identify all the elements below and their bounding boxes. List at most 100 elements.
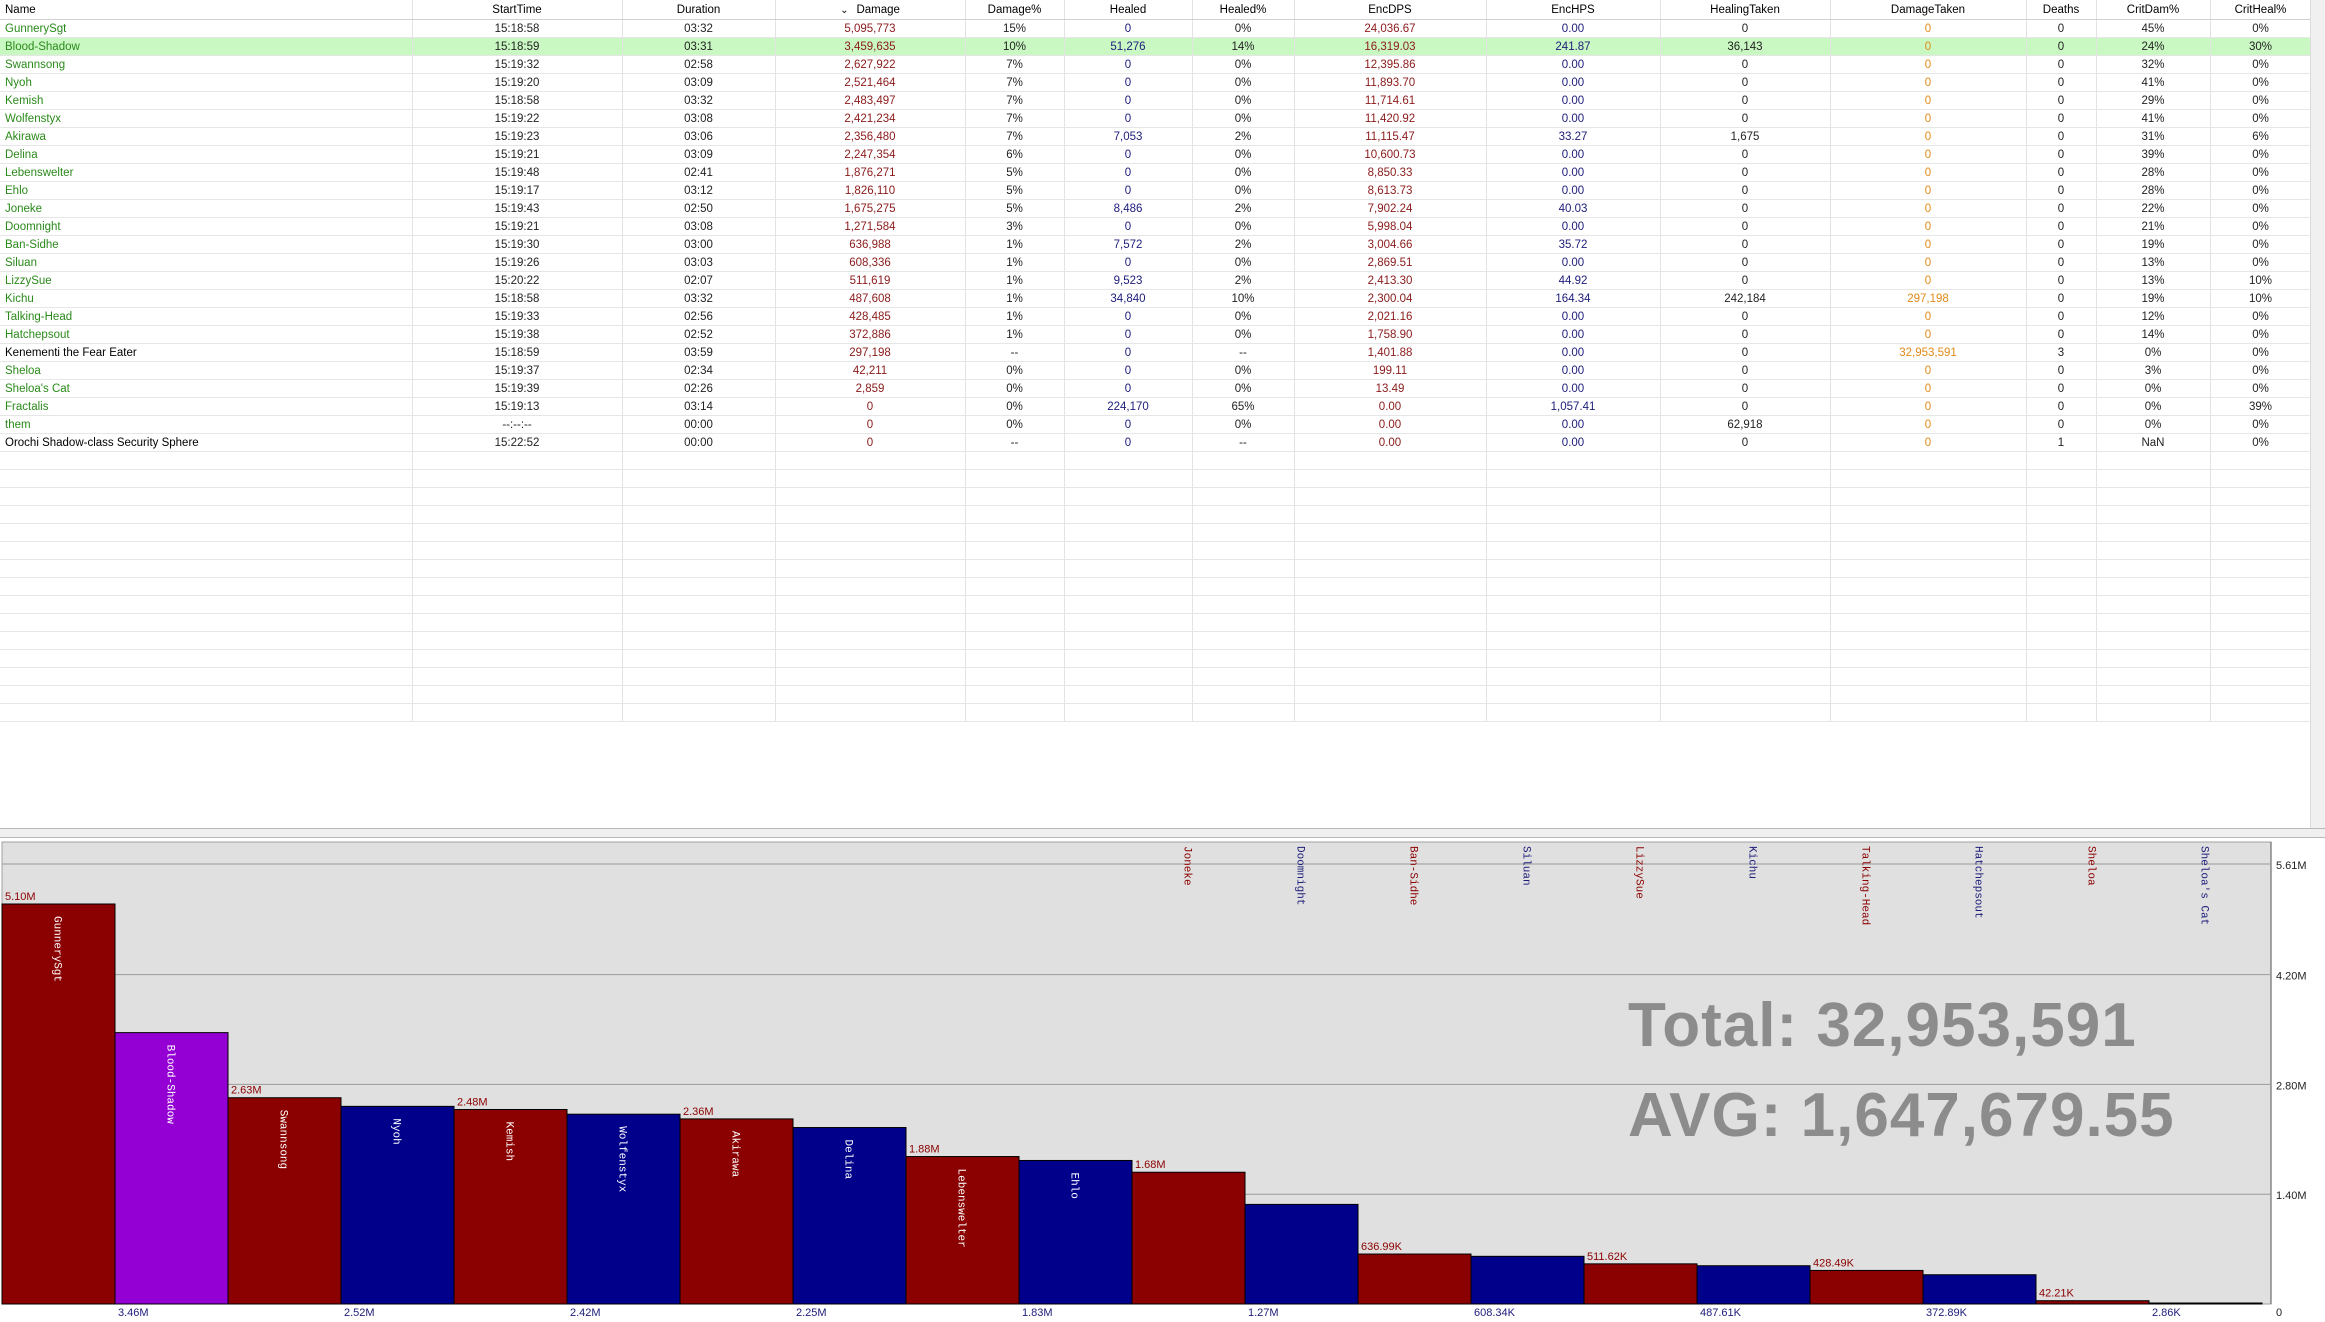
empty-row — [0, 451, 2312, 470]
column-header-deaths[interactable]: Deaths — [2026, 0, 2097, 20]
vertical-scrollbar[interactable] — [2310, 0, 2325, 828]
row-deaths: 0 — [2026, 127, 2097, 146]
column-header-critdam[interactable]: CritDam% — [2096, 0, 2211, 20]
table-row[interactable]: Kemish 15:18:58 03:32 2,483,497 7% 0 0% 11,714.… — [0, 91, 2312, 110]
column-header-enchps[interactable]: EncHPS — [1486, 0, 1661, 20]
row-damage: 1,826,110 — [775, 181, 966, 200]
bar-value-label: 2.42M — [570, 1307, 601, 1319]
row-critheal: 30% — [2210, 37, 2312, 56]
y-tick-label: 1.40M — [2276, 1190, 2307, 1202]
empty-cell — [2210, 577, 2312, 596]
row-name: Sheloa — [0, 361, 413, 380]
bar-name-label: Swannsong — [277, 1110, 289, 1169]
column-header-duration[interactable]: Duration — [622, 0, 776, 20]
row-critheal: 0% — [2210, 379, 2312, 398]
table-row[interactable]: Kenementi the Fear Eater 15:18:59 03:59 297… — [0, 343, 2312, 362]
column-header-damage[interactable]: ⌄ Damage — [775, 0, 966, 20]
row-critheal: 0% — [2210, 91, 2312, 110]
empty-cell — [1830, 595, 2027, 614]
row-damagetaken: 0 — [1830, 127, 2027, 146]
table-row[interactable]: Orochi Shadow-class Security Sphere 15:22… — [0, 433, 2312, 452]
row-critheal: 0% — [2210, 235, 2312, 254]
empty-cell — [622, 595, 776, 614]
table-row[interactable]: Hatchepsout 15:19:38 02:52 372,886 1% 0 0% 1,75… — [0, 325, 2312, 344]
table-row[interactable]: Blood-Shadow 15:18:59 03:31 3,459,635 10% 51,… — [0, 37, 2312, 56]
bar-name-label: Akirawa — [729, 1131, 741, 1178]
empty-cell — [775, 487, 966, 506]
bar-name-label: Wolfenstyx — [616, 1126, 628, 1192]
table-row[interactable]: Siluan 15:19:26 03:03 608,336 1% 0 0% 2,869.51 0… — [0, 253, 2312, 272]
table-row[interactable]: Delina 15:19:21 03:09 2,247,354 6% 0 0% 10,600.… — [0, 145, 2312, 164]
bar — [1696, 1265, 1811, 1305]
row-encdps: 2,413.30 — [1294, 271, 1487, 290]
bar-name-label: Doomnight — [1294, 846, 1306, 905]
row-damagetaken: 0 — [1830, 55, 2027, 74]
empty-cell — [2026, 649, 2097, 668]
table-row[interactable]: Fractalis 15:19:13 03:14 0 0% 224,170 65% 0.00 1… — [0, 397, 2312, 416]
column-header-healed-pct[interactable]: Healed% — [1192, 0, 1295, 20]
column-header-starttime[interactable]: StartTime — [412, 0, 623, 20]
row-damage-pct: 1% — [965, 289, 1065, 308]
row-damage: 2,483,497 — [775, 91, 966, 110]
column-header-damagetaken[interactable]: DamageTaken — [1830, 0, 2027, 20]
empty-cell — [1486, 505, 1661, 524]
bar-name-label: Talking-Head — [1859, 846, 1871, 925]
column-header-critheal[interactable]: CritHeal% — [2210, 0, 2312, 20]
row-healingtaken: 0 — [1660, 19, 1831, 38]
row-healed-pct: 65% — [1192, 397, 1295, 416]
panel-splitter[interactable] — [0, 828, 2325, 838]
row-name: Akirawa — [0, 127, 413, 146]
row-healed: 0 — [1064, 73, 1193, 92]
row-enchps: 35.72 — [1486, 235, 1661, 254]
row-deaths: 0 — [2026, 217, 2097, 236]
table-row[interactable]: Ehlo 15:19:17 03:12 1,826,110 5% 0 0% 8,613.73 0… — [0, 181, 2312, 200]
row-name: them — [0, 415, 413, 434]
column-header-damage-pct[interactable]: Damage% — [965, 0, 1065, 20]
row-name: GunnerySgt — [0, 19, 413, 38]
empty-cell — [1486, 559, 1661, 578]
table-row[interactable]: Sheloa's Cat 15:19:39 02:26 2,859 0% 0 0% 13.49… — [0, 379, 2312, 398]
empty-cell — [1660, 469, 1831, 488]
column-header-encdps[interactable]: EncDPS — [1294, 0, 1487, 20]
table-row[interactable]: Doomnight 15:19:21 03:08 1,271,584 3% 0 0% 5,99… — [0, 217, 2312, 236]
column-header-healingtaken[interactable]: HealingTaken — [1660, 0, 1831, 20]
empty-cell — [2096, 577, 2211, 596]
row-critdam: 41% — [2096, 109, 2211, 128]
empty-cell — [412, 631, 623, 650]
y-tick-label: 0 — [2276, 1307, 2282, 1319]
empty-cell — [1660, 631, 1831, 650]
table-row[interactable]: Nyoh 15:19:20 03:09 2,521,464 7% 0 0% 11,893.70… — [0, 73, 2312, 92]
row-damage-pct: -- — [965, 433, 1065, 452]
table-row[interactable]: Wolfenstyx 15:19:22 03:08 2,421,234 7% 0 0% 11,… — [0, 109, 2312, 128]
empty-cell — [1294, 595, 1487, 614]
row-damage: 2,627,922 — [775, 55, 966, 74]
empty-cell — [1660, 505, 1831, 524]
table-row[interactable]: them --:--:-- 00:00 0 0% 0 0% 0.00 0.00 62,918 0 0 0… — [0, 415, 2312, 434]
empty-cell — [1660, 541, 1831, 560]
row-damage-pct: 3% — [965, 217, 1065, 236]
table-row[interactable]: Talking-Head 15:19:33 02:56 428,485 1% 0 0% 2,0… — [0, 307, 2312, 326]
row-damage: 2,521,464 — [775, 73, 966, 92]
table-row[interactable]: LizzySue 15:20:22 02:07 511,619 1% 9,523 2% 2,4… — [0, 271, 2312, 290]
table-row[interactable]: Akirawa 15:19:23 03:06 2,356,480 7% 7,053 2% 11… — [0, 127, 2312, 146]
table-row[interactable]: Lebenswelter 15:19:48 02:41 1,876,271 5% 0 0% 8… — [0, 163, 2312, 182]
empty-cell — [2096, 649, 2211, 668]
empty-cell — [622, 667, 776, 686]
table-row[interactable]: GunnerySgt 15:18:58 03:32 5,095,773 15% 0 0% 24… — [0, 19, 2312, 38]
row-healed: 0 — [1064, 109, 1193, 128]
row-critheal: 6% — [2210, 127, 2312, 146]
row-critdam: 14% — [2096, 325, 2211, 344]
empty-row — [0, 577, 2312, 596]
table-row[interactable]: Sheloa 15:19:37 02:34 42,211 0% 0 0% 199.11 0.00… — [0, 361, 2312, 380]
empty-cell — [412, 523, 623, 542]
table-row[interactable]: Kichu 15:18:58 03:32 487,608 1% 34,840 10% 2,30… — [0, 289, 2312, 308]
bar-value-label: 2.36M — [683, 1106, 714, 1118]
row-critdam: 29% — [2096, 91, 2211, 110]
table-row[interactable]: Joneke 15:19:43 02:50 1,675,275 5% 8,486 2% 7,9… — [0, 199, 2312, 218]
bar-value-label: 2.63M — [231, 1085, 262, 1097]
column-header-name[interactable]: Name — [0, 0, 413, 20]
table-row[interactable]: Swannsong 15:19:32 02:58 2,627,922 7% 0 0% 12,3… — [0, 55, 2312, 74]
column-header-healed[interactable]: Healed — [1064, 0, 1193, 20]
table-row[interactable]: Ban-Sidhe 15:19:30 03:00 636,988 1% 7,572 2% 3,… — [0, 235, 2312, 254]
row-healed-pct: -- — [1192, 343, 1295, 362]
